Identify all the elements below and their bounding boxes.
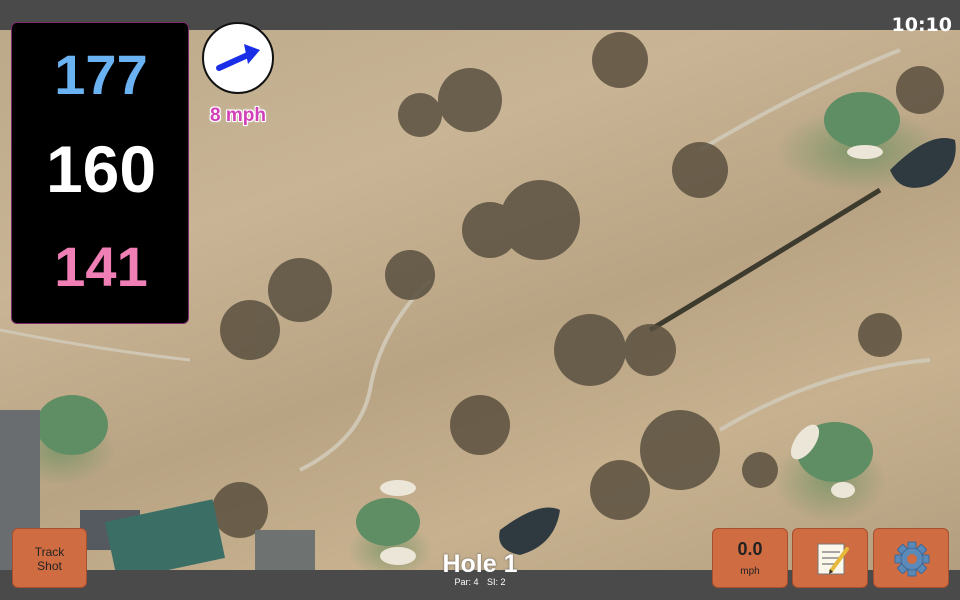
center-distance: 160 [45, 132, 157, 206]
hole-stroke-index: SI: 2 [487, 577, 506, 587]
speed-button[interactable]: 0.0 mph [712, 528, 788, 588]
track-shot-label-line2: Shot [37, 559, 62, 573]
notepad-icon [817, 543, 849, 575]
track-shot-button[interactable]: Track Shot [12, 528, 87, 588]
status-clock: 10:10 [891, 14, 952, 36]
back-distance: 177 [54, 43, 148, 106]
hole-info: Par: 4 SI: 2 [380, 577, 580, 587]
front-distance: 141 [54, 235, 148, 298]
wind-direction-arrow-icon [216, 44, 260, 71]
speed-unit: mph [740, 566, 760, 577]
hole-title: Hole 1 [442, 550, 518, 578]
notes-button[interactable] [792, 528, 868, 588]
gear-icon [894, 541, 930, 577]
track-shot-label-line1: Track [34, 545, 65, 559]
distance-panel: 177 160 141 [11, 22, 189, 324]
speed-value: 0.0 [737, 539, 763, 559]
wind-speed: 8 mph [210, 105, 266, 126]
settings-button[interactable] [873, 528, 949, 588]
wind-indicator [202, 22, 274, 94]
hole-par: Par: 4 [454, 577, 479, 587]
